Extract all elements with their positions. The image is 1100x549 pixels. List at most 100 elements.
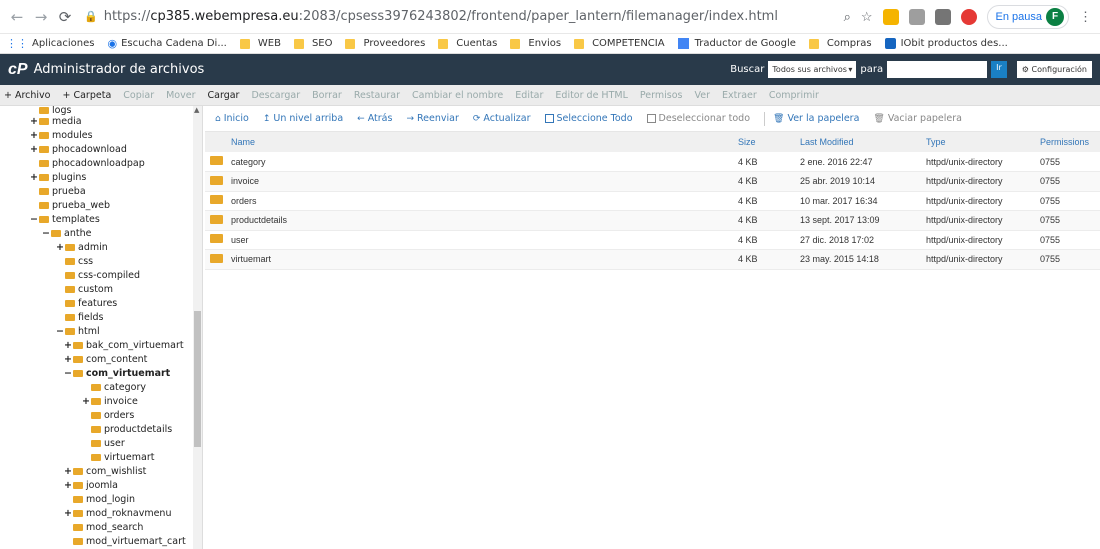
column-header-permissions[interactable]: Permissions bbox=[1040, 132, 1100, 152]
collapse-icon[interactable]: − bbox=[56, 326, 64, 337]
tree-item[interactable]: + modules bbox=[0, 128, 202, 142]
tree-item[interactable]: + bak_com_virtuemart bbox=[0, 338, 202, 352]
expand-icon[interactable]: + bbox=[82, 396, 90, 407]
tree-item[interactable]: − anthe bbox=[0, 226, 202, 240]
bookmark-item[interactable]: ⋮⋮ Aplicaciones bbox=[6, 37, 94, 50]
bookmark-item[interactable]: IObit productos des... bbox=[884, 38, 1008, 49]
bookmark-item[interactable]: Compras bbox=[808, 38, 872, 49]
bookmark-item[interactable]: Envios bbox=[510, 38, 561, 49]
bookmark-item[interactable]: ◉ Escucha Cadena Di... bbox=[107, 37, 226, 50]
tree-item[interactable]: features bbox=[0, 296, 202, 310]
extension-icon[interactable] bbox=[908, 8, 925, 25]
actualizar-button[interactable]: ⟳ Actualizar bbox=[473, 113, 531, 124]
extension-icon[interactable] bbox=[934, 8, 951, 25]
address-bar[interactable]: 🔒 https://cp385.webempresa.eu:2083/cpses… bbox=[84, 9, 844, 24]
go-button[interactable]: Ir bbox=[991, 61, 1007, 78]
ver-la-papelera-button[interactable]: 🗑 Ver la papelera bbox=[773, 113, 859, 124]
un-nivel-arriba-button[interactable]: ↥ Un nivel arriba bbox=[263, 113, 343, 124]
tree-item[interactable]: + com_content bbox=[0, 352, 202, 366]
bookmark-star-icon[interactable]: ☆ bbox=[861, 9, 873, 25]
tree-item[interactable]: fields bbox=[0, 310, 202, 324]
zoom-icon[interactable]: ⌕ bbox=[844, 9, 851, 25]
tree-item[interactable]: + invoice bbox=[0, 394, 202, 408]
toolbar-cargar[interactable]: Cargar bbox=[208, 90, 240, 101]
scroll-thumb[interactable] bbox=[194, 311, 201, 447]
inicio-button[interactable]: ⌂ Inicio bbox=[215, 113, 249, 124]
tree-item[interactable]: virtuemart bbox=[0, 450, 202, 464]
table-row[interactable]: orders 4 KB 10 mar. 2017 16:34 httpd/unix-d… bbox=[205, 191, 1100, 211]
expand-icon[interactable]: + bbox=[30, 172, 38, 183]
table-row[interactable]: virtuemart 4 KB 23 may. 2015 14:18 httpd/un… bbox=[205, 249, 1100, 270]
menu-kebab-icon[interactable]: ⋮ bbox=[1079, 9, 1092, 25]
bookmark-item[interactable]: COMPETENCIA bbox=[574, 38, 665, 49]
tree-item[interactable]: + plugins bbox=[0, 170, 202, 184]
column-header-last-modified[interactable]: Last Modified bbox=[800, 132, 926, 152]
tree-item[interactable]: + admin bbox=[0, 240, 202, 254]
tree-item[interactable]: − templates bbox=[0, 212, 202, 226]
table-row[interactable]: user 4 KB 27 dic. 2018 17:02 httpd/unix-dir… bbox=[205, 230, 1100, 250]
expand-icon[interactable]: + bbox=[64, 354, 72, 365]
tree-item[interactable]: + com_wishlist bbox=[0, 464, 202, 478]
settings-button[interactable]: ⚙ Configuración bbox=[1016, 61, 1092, 78]
bookmark-item[interactable]: SEO bbox=[293, 38, 332, 49]
tree-item[interactable]: mod_login bbox=[0, 492, 202, 506]
expand-icon[interactable]: + bbox=[64, 340, 72, 351]
table-row[interactable]: invoice 4 KB 25 abr. 2019 10:14 httpd/unix-… bbox=[205, 171, 1100, 192]
seleccione-todo-button[interactable]: Seleccione Todo bbox=[544, 113, 633, 124]
collapse-icon[interactable]: − bbox=[30, 214, 38, 225]
tree-item[interactable]: phocadownloadpap bbox=[0, 156, 202, 170]
bookmark-item[interactable]: Traductor de Google bbox=[677, 38, 796, 49]
search-input[interactable] bbox=[887, 61, 988, 78]
expand-icon[interactable]: + bbox=[64, 480, 72, 491]
tree-item[interactable]: + joomla bbox=[0, 478, 202, 492]
table-row[interactable]: category 4 KB 2 ene. 2016 22:47 httpd/unix-… bbox=[205, 152, 1100, 172]
forward-icon[interactable]: → bbox=[32, 8, 50, 26]
tree-item[interactable]: + media bbox=[0, 114, 202, 128]
collapse-icon[interactable]: − bbox=[42, 228, 50, 239]
expand-icon[interactable]: + bbox=[56, 242, 64, 253]
tree-item-label: css-compiled bbox=[78, 269, 141, 281]
tree-item[interactable]: + mod_roknavmenu bbox=[0, 506, 202, 520]
tree-item[interactable]: css bbox=[0, 254, 202, 268]
column-header-name[interactable]: Name bbox=[231, 132, 738, 152]
reload-icon[interactable]: ⟳ bbox=[56, 8, 74, 26]
bookmark-item[interactable]: Proveedores bbox=[345, 38, 425, 49]
profile-paused-badge[interactable]: En pausa F bbox=[986, 4, 1069, 29]
bookmark-item[interactable]: Cuentas bbox=[438, 38, 497, 49]
expand-icon[interactable]: + bbox=[64, 466, 72, 477]
tree-item[interactable]: custom bbox=[0, 282, 202, 296]
tree-item[interactable]: css-compiled bbox=[0, 268, 202, 282]
tree-item[interactable]: logs bbox=[0, 106, 202, 116]
tree-item[interactable]: mod_virtuemart_cart bbox=[0, 534, 202, 548]
atras-button[interactable]: ← Atrás bbox=[357, 113, 392, 124]
tree-item[interactable]: − com_virtuemart bbox=[0, 366, 202, 380]
expand-icon[interactable]: + bbox=[64, 508, 72, 519]
expand-icon[interactable]: + bbox=[30, 116, 38, 127]
tree-item[interactable]: prueba_web bbox=[0, 198, 202, 212]
back-icon[interactable]: ← bbox=[8, 8, 26, 26]
reenviar-button[interactable]: → Reenviar bbox=[406, 113, 458, 124]
shield-icon[interactable] bbox=[960, 8, 977, 25]
table-row[interactable]: productdetails 4 KB 13 sept. 2017 13:09 htt… bbox=[205, 210, 1100, 231]
tree-item[interactable]: category bbox=[0, 380, 202, 394]
toolbar-archivo[interactable]: + Archivo bbox=[4, 90, 51, 101]
column-header-type[interactable]: Type bbox=[926, 132, 1040, 152]
toolbar-carpeta[interactable]: + Carpeta bbox=[63, 90, 112, 101]
extension-icon[interactable] bbox=[882, 8, 899, 25]
tree-item[interactable]: + phocadownload bbox=[0, 142, 202, 156]
column-header-size[interactable]: Size bbox=[738, 132, 800, 152]
tree-item[interactable]: productdetails bbox=[0, 422, 202, 436]
tree-item[interactable]: mod_search bbox=[0, 520, 202, 534]
tree-scrollbar[interactable]: ▲ bbox=[193, 106, 202, 549]
expand-icon[interactable]: + bbox=[30, 130, 38, 141]
cpanel-logo[interactable]: cP bbox=[8, 61, 28, 79]
expand-icon[interactable]: + bbox=[30, 144, 38, 155]
bookmark-item[interactable]: WEB bbox=[239, 38, 281, 49]
tree-item[interactable]: user bbox=[0, 436, 202, 450]
search-scope-select[interactable]: Todos sus archivos ▾ bbox=[768, 61, 857, 78]
collapse-icon[interactable]: − bbox=[64, 368, 72, 379]
tree-item[interactable]: orders bbox=[0, 408, 202, 422]
tree-item[interactable]: − html bbox=[0, 324, 202, 338]
scroll-up-icon[interactable]: ▲ bbox=[194, 106, 199, 114]
tree-item[interactable]: prueba bbox=[0, 184, 202, 198]
